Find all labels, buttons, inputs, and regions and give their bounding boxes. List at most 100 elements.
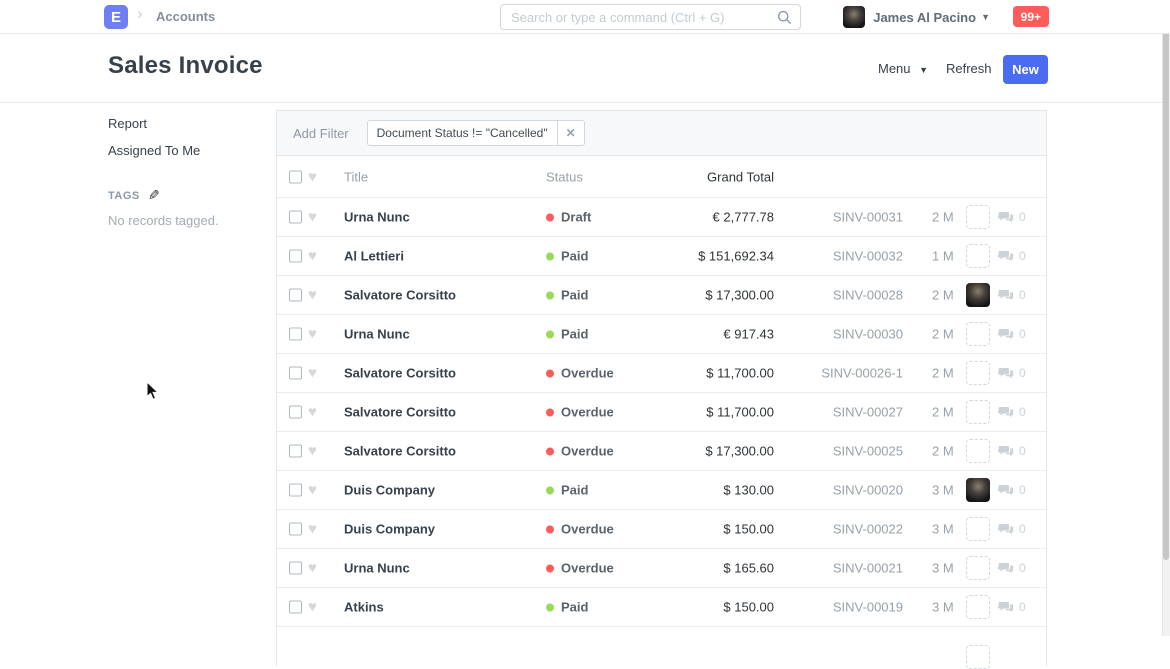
like-heart-icon[interactable]: ♥ (308, 210, 317, 225)
like-heart-icon[interactable]: ♥ (308, 405, 317, 420)
table-row[interactable]: ♥ Urna Nunc Paid € 917.43 SINV-00030 2 M… (277, 315, 1046, 354)
status-dot (546, 486, 554, 494)
breadcrumb[interactable]: Accounts (156, 9, 215, 24)
row-title[interactable]: Al Lettieri (344, 249, 404, 264)
chevron-down-icon: ▼ (981, 12, 990, 22)
new-button[interactable]: New (1003, 55, 1048, 84)
row-document-id: SINV-00026-1 (821, 366, 903, 381)
like-heart-icon[interactable]: ♥ (308, 366, 317, 381)
status-dot (546, 603, 554, 611)
row-title[interactable]: Duis Company (344, 483, 435, 498)
mouse-cursor (146, 381, 160, 401)
row-checkbox[interactable] (289, 562, 302, 575)
row-checkbox[interactable] (289, 250, 302, 263)
row-checkbox[interactable] (289, 289, 302, 302)
page-scrollbar (1162, 0, 1170, 636)
like-heart-icon[interactable]: ♥ (308, 600, 317, 615)
row-title[interactable]: Urna Nunc (344, 561, 410, 576)
table-row[interactable]: ♥ Salvatore Corsitto Overdue $ 17,300.00… (277, 432, 1046, 471)
add-filter-button[interactable]: Add Filter (293, 126, 349, 141)
status-label: Paid (561, 249, 588, 264)
row-checkbox[interactable] (289, 211, 302, 224)
row-checkbox[interactable] (289, 523, 302, 536)
row-title[interactable]: Atkins (344, 600, 384, 615)
avatar-slot (966, 556, 990, 580)
comment-count: 0 (1019, 366, 1026, 380)
comment-indicator: 0 (998, 483, 1026, 497)
comment-count: 0 (1019, 327, 1026, 341)
row-title[interactable]: Duis Company (344, 522, 435, 537)
comment-icon (998, 406, 1014, 419)
avatar-slot (966, 439, 990, 463)
status-dot (546, 525, 554, 533)
row-title[interactable]: Urna Nunc (344, 210, 410, 225)
row-document-id: SINV-00027 (833, 405, 903, 420)
list-container: Add Filter Document Status != "Cancelled… (276, 110, 1047, 666)
row-document-id: SINV-00020 (833, 483, 903, 498)
row-checkbox[interactable] (289, 406, 302, 419)
status-dot (546, 408, 554, 416)
row-age: 2 M (932, 366, 954, 381)
row-checkbox[interactable] (289, 367, 302, 380)
row-status: Overdue (546, 561, 614, 576)
scrollbar-thumb[interactable] (1163, 0, 1169, 560)
like-heart-icon[interactable]: ♥ (308, 288, 317, 303)
row-title[interactable]: Salvatore Corsitto (344, 366, 456, 381)
search-input[interactable] (511, 5, 769, 29)
row-grand-total: $ 151,692.34 (698, 249, 774, 264)
status-label: Overdue (561, 405, 614, 420)
row-grand-total: $ 130.00 (723, 483, 774, 498)
row-status: Paid (546, 327, 588, 342)
table-row[interactable]: ♥ Salvatore Corsitto Overdue $ 11,700.00… (277, 354, 1046, 393)
avatar-placeholder (966, 645, 990, 669)
table-row[interactable]: ♥ Urna Nunc Overdue $ 165.60 SINV-00021 … (277, 549, 1046, 588)
like-heart-icon[interactable]: ♥ (308, 327, 317, 342)
row-checkbox[interactable] (289, 484, 302, 497)
edit-tags-pencil-icon[interactable]: ✎ (148, 187, 160, 204)
like-heart-icon[interactable]: ♥ (308, 444, 317, 459)
table-row[interactable]: ♥ Salvatore Corsitto Paid $ 17,300.00 SI… (277, 276, 1046, 315)
row-checkbox[interactable] (289, 445, 302, 458)
like-heart-icon[interactable]: ♥ (308, 483, 317, 498)
table-row[interactable]: ♥ Duis Company Paid $ 130.00 SINV-00020 … (277, 471, 1046, 510)
like-heart-icon[interactable]: ♥ (308, 249, 317, 264)
status-label: Paid (561, 600, 588, 615)
menu-button[interactable]: Menu ▼ (878, 61, 928, 76)
tags-heading: TAGS (108, 190, 140, 202)
row-status: Draft (546, 210, 591, 225)
sidebar-item-report[interactable]: Report (108, 115, 268, 132)
app-logo[interactable]: E (104, 5, 128, 29)
sidebar-item-assigned-to-me[interactable]: Assigned To Me (108, 142, 268, 159)
comment-icon (998, 328, 1014, 341)
row-checkbox[interactable] (289, 328, 302, 341)
row-grand-total: $ 11,700.00 (706, 366, 774, 381)
table-row[interactable]: ♥ Urna Nunc Draft € 2,777.78 SINV-00031 … (277, 198, 1046, 237)
table-row[interactable]: ♥ Duis Company Overdue $ 150.00 SINV-000… (277, 510, 1046, 549)
filter-chip-label[interactable]: Document Status != "Cancelled" (368, 121, 557, 145)
refresh-button[interactable]: Refresh (946, 61, 992, 76)
row-age: 2 M (932, 444, 954, 459)
user-menu[interactable]: James Al Pacino ▼ (843, 0, 990, 34)
table-row[interactable]: ♥ Al Lettieri Paid $ 151,692.34 SINV-000… (277, 237, 1046, 276)
row-title[interactable]: Salvatore Corsitto (344, 444, 456, 459)
remove-filter-icon[interactable]: ✕ (557, 121, 584, 145)
comment-indicator: 0 (998, 444, 1026, 458)
list-sidebar: Report Assigned To Me TAGS ✎ No records … (108, 115, 268, 228)
row-status: Overdue (546, 444, 614, 459)
like-heart-icon[interactable]: ♥ (308, 522, 317, 537)
comment-indicator: 0 (998, 366, 1026, 380)
notification-badge[interactable]: 99+ (1013, 6, 1049, 27)
comment-indicator: 0 (998, 327, 1026, 341)
like-heart-icon[interactable]: ♥ (308, 561, 317, 576)
row-title[interactable]: Salvatore Corsitto (344, 288, 456, 303)
status-dot (546, 447, 554, 455)
status-label: Paid (561, 288, 588, 303)
comment-count: 0 (1019, 522, 1026, 536)
user-avatar (843, 6, 865, 28)
select-all-checkbox[interactable] (289, 170, 302, 183)
row-checkbox[interactable] (289, 601, 302, 614)
table-row[interactable]: ♥ Salvatore Corsitto Overdue $ 11,700.00… (277, 393, 1046, 432)
row-title[interactable]: Salvatore Corsitto (344, 405, 456, 420)
row-title[interactable]: Urna Nunc (344, 327, 410, 342)
table-row[interactable]: ♥ Atkins Paid $ 150.00 SINV-00019 3 M 0 (277, 588, 1046, 627)
